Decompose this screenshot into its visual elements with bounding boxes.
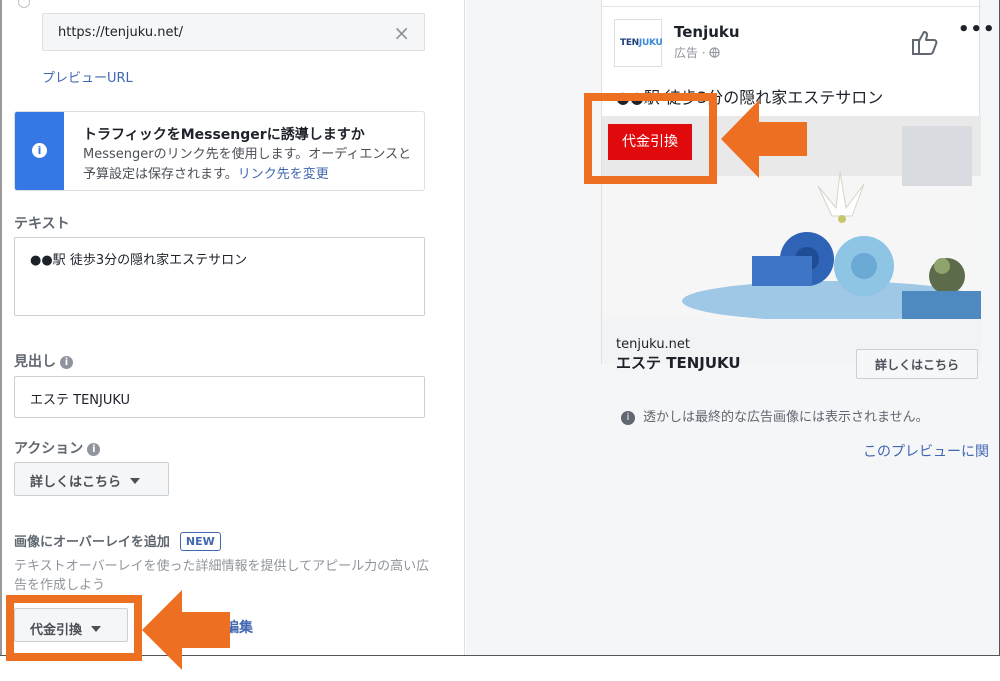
info-icon: i — [621, 411, 635, 425]
divider — [602, 6, 981, 7]
ad-headline: エステ TENJUKU — [616, 354, 741, 372]
overlay-label-row: 画像にオーバーレイを追加 NEW — [14, 531, 221, 551]
website-url-input[interactable]: https://tenjuku.net/ × — [42, 13, 425, 51]
about-preview-link[interactable]: このプレビューに関 — [863, 441, 989, 461]
notice-bar: i — [15, 112, 64, 190]
learn-more-button[interactable]: 詳しくはこちら — [856, 349, 978, 379]
info-icon: i — [32, 143, 47, 158]
logo-wordmark: TENJUKU — [620, 38, 663, 48]
notice-description: Messengerのリンク先を使用します。オーディエンスと予算設定は保存されます… — [83, 145, 415, 185]
ad-settings-panel: https://tenjuku.net/ × プレビューURL i トラフィック… — [0, 0, 465, 655]
thumbs-up-icon[interactable] — [910, 27, 940, 57]
preview-url-link[interactable]: プレビューURL — [42, 67, 133, 86]
page-logo: TENJUKU — [614, 19, 663, 67]
info-icon[interactable]: i — [87, 443, 101, 456]
headline-label: 見出し — [14, 354, 56, 370]
ad-domain: tenjuku.net — [616, 337, 691, 352]
headline-field[interactable]: エステ TENJUKU — [14, 376, 425, 418]
action-label: アクション — [14, 441, 84, 457]
action-label-row: アクション i — [14, 438, 101, 458]
arrow-left-icon — [142, 590, 230, 670]
highlight-frame-preview — [584, 93, 717, 184]
primary-text-field[interactable]: ●●駅 徒歩3分の隠れ家エステサロン — [14, 237, 425, 316]
link-caption[interactable]: tenjuku.net エステ TENJUKU 詳しくはこちら — [602, 319, 981, 379]
text-label: テキスト — [14, 216, 70, 232]
page-name[interactable]: Tenjuku — [674, 23, 740, 41]
url-value: https://tenjuku.net/ — [58, 25, 183, 40]
info-icon[interactable]: i — [60, 356, 73, 369]
close-icon[interactable]: × — [393, 21, 410, 45]
messenger-notice: i トラフィックをMessengerに誘導しますか Messengerのリンク先… — [14, 111, 425, 191]
caret-down-icon — [130, 478, 141, 484]
highlight-frame-dropdown — [6, 595, 142, 661]
headline-label-row: 見出し i — [14, 351, 73, 371]
arrow-left-icon — [721, 100, 807, 178]
overlay-label: 画像にオーバーレイを追加 — [14, 535, 170, 550]
change-destination-link[interactable]: リンク先を変更 — [238, 167, 329, 182]
sponsored-label: 広告 · — [674, 44, 721, 61]
cta-value: 詳しくはこちら — [30, 475, 122, 490]
watermark-note: i 透かしは最終的な広告画像には表示されません。 — [621, 406, 929, 425]
call-to-action-dropdown[interactable]: 詳しくはこちら — [14, 462, 169, 496]
new-badge: NEW — [179, 532, 221, 551]
window-edge — [0, 0, 2, 655]
website-url-radio[interactable] — [18, 0, 30, 8]
ad-editor-screenshot: https://tenjuku.net/ × プレビューURL i トラフィック… — [0, 0, 1000, 656]
headline-value: エステ TENJUKU — [30, 393, 131, 408]
primary-text-value: ●●駅 徒歩3分の隠れ家エステサロン — [30, 253, 248, 268]
more-options-icon[interactable]: ••• — [958, 19, 996, 40]
globe-icon — [709, 47, 721, 58]
notice-title: トラフィックをMessengerに誘導しますか — [83, 127, 365, 143]
